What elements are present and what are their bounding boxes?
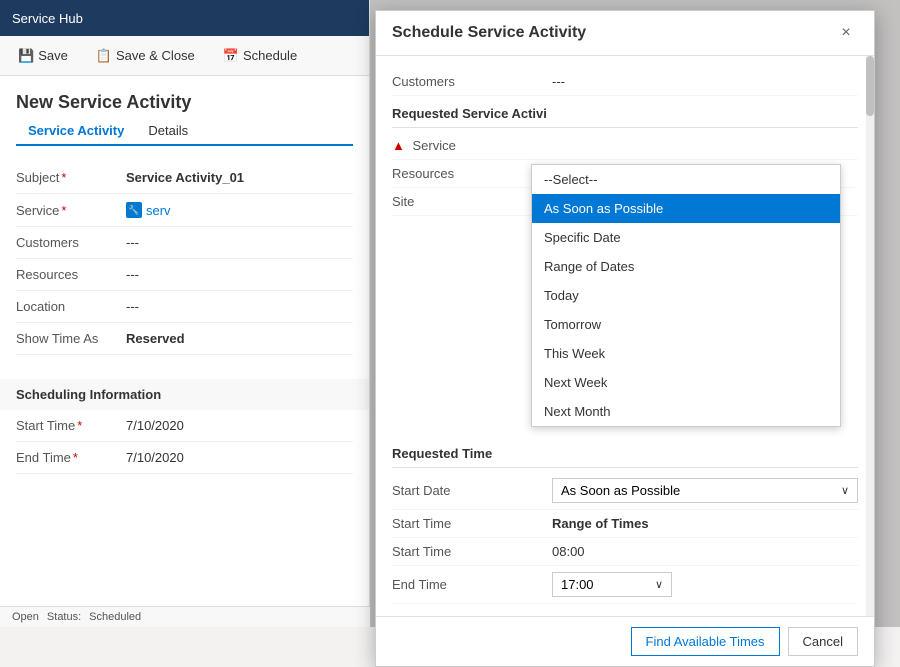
modal-titlebar: Schedule Service Activity × bbox=[376, 11, 874, 56]
modal-schedule: Schedule Service Activity × Customers --… bbox=[375, 10, 875, 667]
save-close-icon: 📋 bbox=[96, 48, 112, 64]
modal-start-time-label: Start Time bbox=[392, 516, 552, 531]
requested-section-title: Requested Service Activi bbox=[392, 96, 858, 128]
app-content: New Service Activity Service Activity De… bbox=[0, 76, 369, 371]
modal-row-start-date: Start Date As Soon as Possible ∨ bbox=[392, 472, 858, 510]
customers-value: --- bbox=[126, 235, 139, 250]
app-background: Service Hub 💾 Save 📋 Save & Close 📅 Sche… bbox=[0, 0, 370, 627]
location-value: --- bbox=[126, 299, 139, 314]
status-value: Scheduled bbox=[89, 611, 141, 623]
subject-value: Service Activity_01 bbox=[126, 170, 244, 185]
modal-resources-label: Resources bbox=[392, 166, 552, 181]
app-title: Service Hub bbox=[12, 11, 83, 26]
modal-row-end-time: End Time 17:00 ∨ bbox=[392, 566, 858, 604]
app-titlebar: Service Hub bbox=[0, 0, 369, 36]
end-time-chevron-icon: ∨ bbox=[655, 578, 663, 591]
modal-customers-value: --- bbox=[552, 74, 858, 89]
modal-row-customers: Customers --- bbox=[392, 68, 858, 96]
end-time-value: 7/10/2020 bbox=[126, 450, 184, 465]
form-row-service: Service* 🔧 serv bbox=[16, 194, 353, 227]
schedule-button[interactable]: 📅 Schedule bbox=[217, 45, 303, 67]
service-icon: 🔧 bbox=[126, 202, 142, 218]
dropdown-item-tomorrow[interactable]: Tomorrow bbox=[532, 310, 840, 339]
modal-site-label: Site bbox=[392, 194, 552, 209]
form-row-end-time: End Time* 7/10/2020 bbox=[16, 442, 353, 474]
end-time-value: 17:00 bbox=[561, 577, 594, 592]
modal-title: Schedule Service Activity bbox=[392, 24, 586, 42]
customers-label: Customers bbox=[392, 74, 552, 89]
dropdown-item-today[interactable]: Today bbox=[532, 281, 840, 310]
find-available-times-button[interactable]: Find Available Times bbox=[631, 627, 780, 656]
form-row-subject: Subject* Service Activity_01 bbox=[16, 162, 353, 194]
tab-details[interactable]: Details bbox=[136, 117, 200, 144]
modal-start-time-value: Range of Times bbox=[552, 516, 858, 531]
modal-row-service: ▲ Service bbox=[392, 132, 858, 160]
dropdown-item-specific-date[interactable]: Specific Date bbox=[532, 223, 840, 252]
modal-row-start-time-header: Start Time Range of Times bbox=[392, 510, 858, 538]
resources-value: --- bbox=[126, 267, 139, 282]
form-row-customers: Customers --- bbox=[16, 227, 353, 259]
tab-service-activity[interactable]: Service Activity bbox=[16, 117, 136, 146]
modal-close-button[interactable]: × bbox=[834, 21, 858, 45]
form-fields: Subject* Service Activity_01 Service* 🔧 … bbox=[16, 162, 353, 355]
status-label: Status: bbox=[47, 611, 81, 623]
status-bar: Open Status: Scheduled bbox=[0, 606, 370, 627]
start-date-value: As Soon as Possible bbox=[561, 483, 680, 498]
dropdown-item-this-week[interactable]: This Week bbox=[532, 339, 840, 368]
cancel-button[interactable]: Cancel bbox=[788, 627, 858, 656]
app-toolbar: 💾 Save 📋 Save & Close 📅 Schedule bbox=[0, 36, 369, 76]
dropdown-item-asap[interactable]: As Soon as Possible bbox=[532, 194, 840, 223]
save-icon: 💾 bbox=[18, 48, 34, 64]
modal-start-date-label: Start Date bbox=[392, 483, 552, 498]
form-row-location: Location --- bbox=[16, 291, 353, 323]
start-date-select[interactable]: As Soon as Possible ∨ bbox=[552, 478, 858, 503]
scrollbar-track bbox=[866, 56, 874, 616]
dropdown-item-next-week[interactable]: Next Week bbox=[532, 368, 840, 397]
modal-start-time-field-label: Start Time bbox=[392, 544, 552, 559]
save-close-button[interactable]: 📋 Save & Close bbox=[90, 45, 201, 67]
chevron-down-icon: ∨ bbox=[841, 484, 849, 497]
dropdown-overlay: --Select-- As Soon as Possible Specific … bbox=[531, 164, 841, 427]
form-row-show-time: Show Time As Reserved bbox=[16, 323, 353, 355]
modal-row-start-time-field: Start Time 08:00 bbox=[392, 538, 858, 566]
form-row-start-time: Start Time* 7/10/2020 bbox=[16, 410, 353, 442]
scrollbar-thumb[interactable] bbox=[866, 56, 874, 116]
modal-footer: Find Available Times Cancel bbox=[376, 616, 874, 666]
modal-end-time-label: End Time bbox=[392, 577, 552, 592]
start-time-value: 7/10/2020 bbox=[126, 418, 184, 433]
dropdown-item-next-month[interactable]: Next Month bbox=[532, 397, 840, 426]
page-title: New Service Activity bbox=[16, 92, 353, 113]
modal-start-time-field-value: 08:00 bbox=[552, 544, 858, 559]
service-value[interactable]: 🔧 serv bbox=[126, 202, 171, 218]
modal-body: Customers --- Requested Service Activi ▲… bbox=[376, 56, 874, 616]
modal-service-label: ▲ Service bbox=[392, 138, 552, 153]
scheduling-section: Start Time* 7/10/2020 End Time* 7/10/202… bbox=[0, 410, 369, 474]
tabs-row: Service Activity Details bbox=[16, 117, 353, 146]
requested-time-title: Requested Time bbox=[392, 436, 858, 468]
status-open: Open bbox=[12, 611, 39, 623]
save-button[interactable]: 💾 Save bbox=[12, 45, 74, 67]
show-time-value: Reserved bbox=[126, 331, 185, 346]
form-row-resources: Resources --- bbox=[16, 259, 353, 291]
schedule-icon: 📅 bbox=[223, 48, 239, 64]
end-time-select[interactable]: 17:00 ∨ bbox=[552, 572, 672, 597]
dropdown-item-range-dates[interactable]: Range of Dates bbox=[532, 252, 840, 281]
scheduling-section-header: Scheduling Information bbox=[0, 379, 369, 410]
dropdown-item-select[interactable]: --Select-- bbox=[532, 165, 840, 194]
